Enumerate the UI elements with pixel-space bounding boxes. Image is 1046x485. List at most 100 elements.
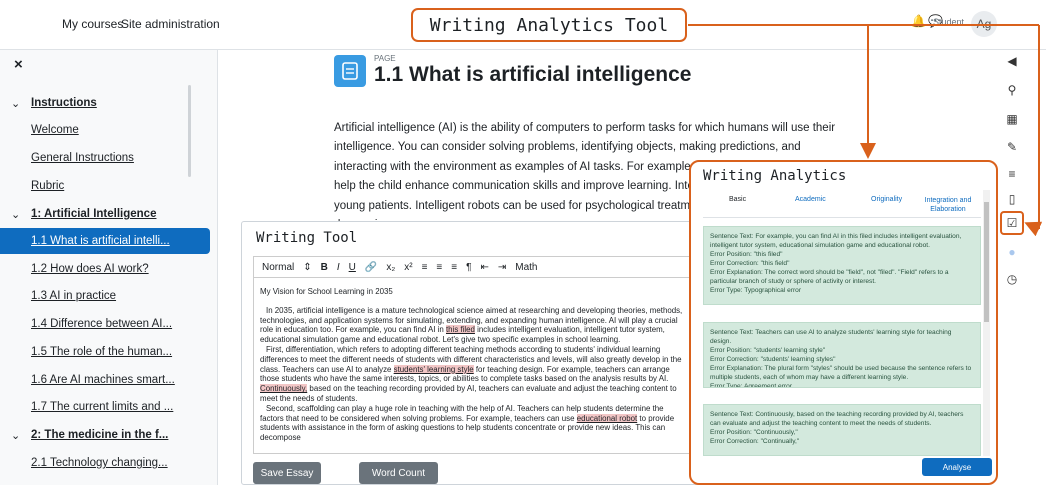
section-label: 2: The medicine in the f... [31, 429, 169, 441]
tab-integration-elaboration[interactable]: Integration and Elaboration [919, 196, 977, 214]
nav-site-administration[interactable]: Site administration [121, 17, 220, 31]
analytics-scrollbar[interactable] [983, 190, 990, 456]
card-correction: Error Correction: "students' learning st… [710, 356, 836, 363]
bold-icon[interactable]: B [321, 262, 328, 273]
nav-my-courses[interactable]: My courses [62, 17, 123, 31]
outdent-icon[interactable]: ⇥ [498, 262, 506, 273]
feedback-card: Sentence Text: Continuously, based on th… [703, 404, 981, 456]
error-highlight[interactable]: Continuously, [260, 384, 308, 394]
error-highlight[interactable]: students' learning style [393, 364, 474, 374]
card-type: Error Type: Typographical error [710, 287, 802, 294]
card-correction: Error Correction: "this field" [710, 260, 790, 267]
sidebar-item-label: 1.2 How does AI work? [31, 263, 149, 275]
bottle-icon[interactable]: ▯ [1003, 190, 1021, 208]
checklist-icon[interactable]: ☑ [1003, 214, 1021, 232]
ordered-list-icon[interactable]: ≡ [422, 262, 428, 273]
superscript-icon[interactable]: x² [404, 262, 412, 273]
card-position: Error Position: "Continuously," [710, 429, 798, 436]
card-explanation: Error Explanation: The plural form "styl… [710, 365, 972, 381]
sidebar-item-general-instructions[interactable]: General Instructions [0, 145, 210, 171]
analyse-button[interactable]: Analyse [922, 458, 992, 476]
indent-icon[interactable]: ⇤ [480, 262, 488, 273]
chevron-down-icon[interactable]: ⌄ [11, 97, 20, 110]
feedback-card: Sentence Text: For example, you can find… [703, 226, 981, 305]
sidebar-item-1-1[interactable]: 1.1 What is artificial intelli... [0, 228, 210, 254]
sidebar-item-label: 1.6 Are AI machines smart... [31, 374, 175, 386]
link-icon[interactable]: 🔗 [365, 262, 377, 273]
subscript-icon[interactable]: x₂ [386, 262, 395, 273]
sidebar-item-welcome[interactable]: Welcome [0, 117, 210, 143]
error-highlight[interactable]: educational robot [576, 413, 638, 423]
card-position: Error Position: "this filed" [710, 251, 783, 258]
search-icon[interactable]: ⚲ [1003, 81, 1021, 99]
writing-tool-window: Writing Tool ✕ Normal ⇕ B I U 🔗 x₂ x² ≡ … [241, 221, 723, 485]
word-count-button[interactable]: Word Count [359, 462, 438, 484]
clock-icon[interactable]: ◷ [1003, 270, 1021, 288]
sidebar-item-label: 1.4 Difference between AI... [31, 318, 173, 330]
editor-toolbar: Normal ⇕ B I U 🔗 x₂ x² ≡ ≡ ≡ ¶ ⇤ ⇥ Math [253, 256, 699, 278]
sidebar-item-rubric[interactable]: Rubric [0, 173, 210, 199]
essay-paragraph: First, differentiation, which refers to … [260, 345, 683, 404]
user-name[interactable]: Student [933, 17, 964, 27]
sidebar-item-2-1[interactable]: 2.1 Technology changing... [0, 450, 210, 476]
underline-icon[interactable]: U [349, 262, 356, 273]
section-instructions[interactable]: ⌄ Instructions [0, 90, 210, 116]
page-icon [334, 55, 366, 87]
bell-icon[interactable]: 🔔 [911, 14, 926, 28]
writing-analytics-tool-callout: Writing Analytics Tool [411, 8, 687, 42]
tab-academic[interactable]: Academic [795, 196, 826, 203]
error-highlight[interactable]: this filed [445, 325, 475, 335]
section-label: Instructions [31, 97, 97, 109]
sidebar-item-label: 1.1 What is artificial intelli... [31, 235, 170, 247]
sidebar-item-1-5[interactable]: 1.5 The role of the human... [0, 339, 210, 365]
section-artificial-intelligence[interactable]: ⌄ 1: Artificial Intelligence [0, 201, 210, 227]
course-index-drawer: × ⌄ Instructions Welcome General Instruc… [0, 50, 218, 485]
sidebar-item-label: General Instructions [31, 152, 134, 164]
sidebar-item-label: 1.3 AI in practice [31, 290, 117, 302]
essay-text: based on the teaching recording provided… [260, 384, 677, 403]
style-select[interactable]: Normal [262, 262, 294, 273]
sidebar-item-1-2[interactable]: 1.2 How does AI work? [0, 256, 210, 282]
section-label: 1: Artificial Intelligence [31, 208, 157, 220]
page-title: 1.1 What is artificial intelligence [374, 63, 692, 86]
essay-editor[interactable]: My Vision for School Learning in 2035 In… [253, 278, 690, 454]
sidebar-item-label: Welcome [31, 124, 79, 136]
close-icon[interactable]: × [14, 56, 23, 73]
paragraph-icon[interactable]: ¶ [466, 262, 471, 273]
drawer-toggle-icon[interactable]: ◀ [1003, 52, 1021, 70]
avatar[interactable]: Ag [971, 11, 997, 37]
card-type: Error Type: Agreement error [710, 383, 792, 388]
italic-icon[interactable]: I [337, 262, 340, 273]
pencil-icon[interactable]: ✎ [1003, 138, 1021, 156]
save-essay-button[interactable]: Save Essay [253, 462, 321, 484]
scrollbar-thumb[interactable] [984, 202, 989, 322]
tab-originality[interactable]: Originality [871, 196, 902, 203]
dropdown-arrows-icon[interactable]: ⇕ [303, 262, 311, 273]
bullet-list-icon[interactable]: ≡ [436, 262, 442, 273]
analytics-tabs: Basic Academic Originality Integration a… [703, 192, 981, 218]
sidebar-item-label: 1.7 The current limits and ... [31, 401, 174, 413]
sidebar-item-1-6[interactable]: 1.6 Are AI machines smart... [0, 367, 210, 393]
sidebar-item-1-7[interactable]: 1.7 The current limits and ... [0, 394, 210, 420]
essay-title: My Vision for School Learning in 2035 [260, 287, 393, 296]
list-icon[interactable]: ≡ [1003, 165, 1021, 183]
globe-icon[interactable]: ● [1003, 243, 1021, 261]
sidebar-item-label: Rubric [31, 180, 65, 192]
essay-paragraph: Second, scaffolding can play a huge role… [260, 404, 683, 443]
sidebar-item-1-3[interactable]: 1.3 AI in practice [0, 283, 210, 309]
align-icon[interactable]: ≡ [451, 262, 457, 273]
card-sentence: Sentence Text: Teachers can use AI to an… [710, 329, 952, 345]
card-sentence: Sentence Text: Continuously, based on th… [710, 411, 964, 427]
math-button[interactable]: Math [515, 262, 537, 273]
card-icon[interactable]: ▦ [1003, 110, 1021, 128]
section-medicine[interactable]: ⌄ 2: The medicine in the f... [0, 422, 210, 448]
sidebar-item-label: 2.1 Technology changing... [31, 457, 168, 469]
essay-paragraph: In 2035, artificial intelligence is a ma… [260, 306, 683, 345]
card-position: Error Position: "students' learning styl… [710, 347, 826, 354]
chevron-down-icon[interactable]: ⌄ [11, 208, 20, 221]
tab-basic[interactable]: Basic [729, 196, 746, 203]
card-sentence: Sentence Text: For example, you can find… [710, 233, 962, 249]
sidebar-item-1-4[interactable]: 1.4 Difference between AI... [0, 311, 210, 337]
feedback-card: Sentence Text: Teachers can use AI to an… [703, 322, 981, 388]
chevron-down-icon[interactable]: ⌄ [11, 429, 20, 442]
